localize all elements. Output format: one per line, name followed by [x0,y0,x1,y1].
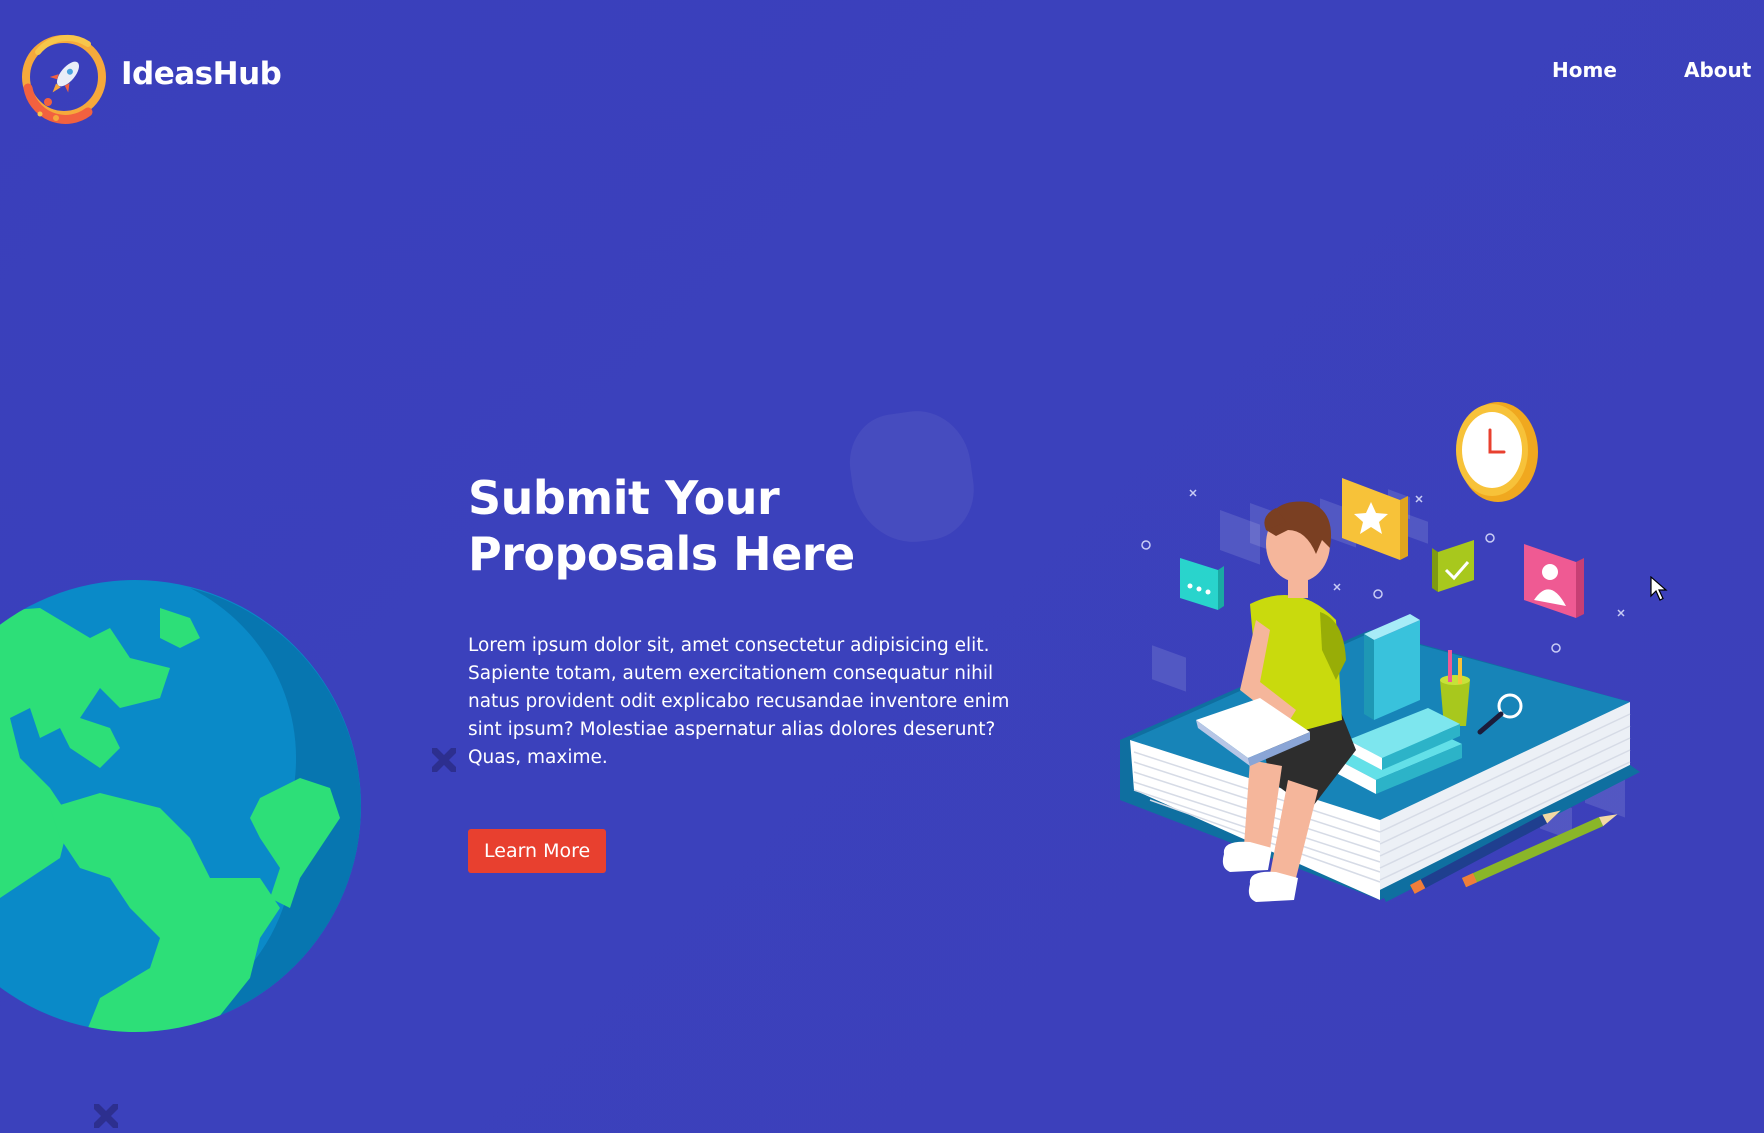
decorative-cross-icon [94,1104,118,1128]
decorative-cross-icon [432,748,456,772]
header: IdeasHub Home About [0,0,1764,160]
rocket-logo-icon[interactable] [18,32,114,130]
brand-name[interactable]: IdeasHub [121,56,282,92]
landing-page: IdeasHub Home About Submit Your Proposal… [0,0,1764,1133]
user-icon [1524,544,1584,618]
reading-student-illustration [1120,402,1640,902]
clock-icon [1456,402,1538,502]
learn-more-button[interactable]: Learn More [468,829,607,873]
nav-about-link[interactable]: About [1684,58,1751,82]
hero-title: Submit Your Proposals Here [468,471,855,581]
cursor-icon [1650,576,1668,601]
globe-icon [0,580,361,1032]
hero-description: Lorem ipsum dolor sit, amet consectetur … [468,635,1010,768]
chat-icon [1180,558,1224,610]
check-icon [1432,540,1474,592]
nav-home-link[interactable]: Home [1552,58,1617,82]
star-icon [1342,478,1408,560]
